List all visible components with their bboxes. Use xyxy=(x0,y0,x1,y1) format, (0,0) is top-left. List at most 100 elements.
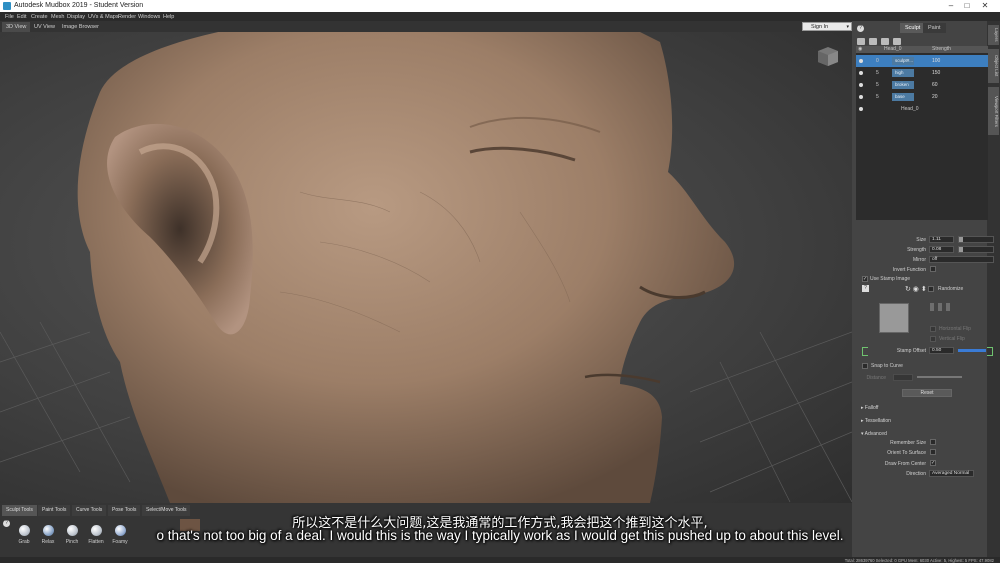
layer-name[interactable]: high xyxy=(892,69,914,77)
menu-display[interactable]: Display xyxy=(67,14,85,20)
visibility-icon[interactable] xyxy=(859,71,863,75)
menu-uvs-maps[interactable]: UVs & Maps xyxy=(88,14,119,20)
distance-input[interactable] xyxy=(893,374,913,381)
layer-name[interactable]: Head_0 xyxy=(901,103,919,115)
minimize-button[interactable]: – xyxy=(945,1,957,11)
menu-create[interactable]: Create xyxy=(31,14,48,20)
layer-name[interactable]: sculpt#... xyxy=(892,57,914,65)
layers-list: ◉ Head_0 Strength 0 sculpt#... 100 5 hig… xyxy=(856,46,988,220)
layer-row-base[interactable]: Head_0 xyxy=(856,103,988,115)
tab-image-browser[interactable]: Image Browser xyxy=(58,22,103,32)
tessellation-section[interactable]: ▸ Tessellation xyxy=(861,418,891,424)
delete-layer-icon[interactable] xyxy=(881,38,889,45)
draw-from-center-checkbox[interactable]: ✓ xyxy=(930,460,936,466)
stamp-offset-slider[interactable] xyxy=(958,349,986,352)
tab-object-list[interactable]: Object List xyxy=(988,49,999,83)
randomize-label: Randomize xyxy=(938,286,964,292)
folder-icon[interactable] xyxy=(869,38,877,45)
invert-function-label: Invert Function xyxy=(892,267,926,273)
layer-strength[interactable]: 20 xyxy=(932,91,938,103)
layer-row[interactable]: 5 base 20 xyxy=(856,91,988,103)
direction-select[interactable]: Averaged Normal xyxy=(929,470,974,477)
advanced-section[interactable]: ▾ Advanced xyxy=(861,431,887,437)
3d-viewport[interactable] xyxy=(0,32,852,503)
visibility-icon[interactable] xyxy=(859,59,863,63)
falloff-section[interactable]: ▸ Falloff xyxy=(861,405,878,411)
menu-edit[interactable]: Edit xyxy=(17,14,26,20)
strength-label: Strength xyxy=(907,247,926,253)
stamp-offset-input[interactable]: 0.50 xyxy=(929,347,954,354)
close-button[interactable]: ✕ xyxy=(979,1,991,11)
help-icon[interactable]: ? xyxy=(857,25,864,32)
horizontal-flip-checkbox[interactable] xyxy=(930,326,936,332)
stamp-tools-icon[interactable]: ↻ ◉ ⬍ xyxy=(905,285,927,293)
new-layer-icon[interactable] xyxy=(857,38,865,45)
slider-handle[interactable] xyxy=(959,247,963,252)
visibility-icon[interactable] xyxy=(859,95,863,99)
chevron-down-icon: ▾ xyxy=(846,24,849,30)
help-icon[interactable]: ? xyxy=(862,285,869,292)
falloff-label: Falloff xyxy=(864,405,879,411)
maximize-button[interactable]: □ xyxy=(961,1,973,11)
visibility-icon[interactable] xyxy=(859,107,863,111)
header-strength: Strength xyxy=(932,46,951,52)
snap-to-curve-checkbox[interactable] xyxy=(862,363,868,369)
distance-slider[interactable] xyxy=(917,376,962,378)
view-cube[interactable] xyxy=(814,44,840,68)
tab-sculpt[interactable]: Sculpt xyxy=(900,23,926,33)
stamp-offset-label: Stamp Offset xyxy=(896,348,926,354)
size-slider[interactable] xyxy=(958,236,994,243)
use-stamp-label: Use Stamp Image xyxy=(870,276,911,282)
stamp-image-preview[interactable] xyxy=(879,303,909,333)
sign-in-label: Sign In xyxy=(811,24,829,30)
subtitle-english: o that's not too big of a deal. I would … xyxy=(156,528,844,543)
title-bar: Autodesk Mudbox 2019 - Student Version –… xyxy=(0,0,1000,12)
tab-layers[interactable]: Layers xyxy=(988,25,999,45)
tessellation-label: Tessellation xyxy=(864,418,891,424)
invert-function-checkbox[interactable] xyxy=(930,266,936,272)
size-input[interactable]: 1.11 xyxy=(929,236,954,243)
tab-uv-view[interactable]: UV View xyxy=(30,22,59,32)
status-text: Total: 28639760 Selected: 0 GPU Mem: 603… xyxy=(844,557,994,563)
layer-row[interactable]: 5 high 150 xyxy=(856,67,988,79)
layer-row[interactable]: 5 broken 60 xyxy=(856,79,988,91)
orient-surface-checkbox[interactable] xyxy=(930,449,936,455)
vertical-flip-checkbox[interactable] xyxy=(930,336,936,342)
bracket-left-icon xyxy=(862,347,868,356)
distance-label: Distance xyxy=(866,375,886,381)
menu-render[interactable]: Render xyxy=(118,14,136,20)
window-title: Autodesk Mudbox 2019 - Student Version xyxy=(14,2,144,9)
tab-viewport-filters[interactable]: Viewport Filters xyxy=(988,87,999,135)
layer-row[interactable]: 0 sculpt#... 100 xyxy=(856,55,988,67)
layer-name[interactable]: base xyxy=(892,93,914,101)
tab-paint[interactable]: Paint xyxy=(923,23,946,33)
mirror-label: Mirror xyxy=(912,257,926,263)
layer-strength[interactable]: 100 xyxy=(932,55,940,67)
sign-in-button[interactable]: Sign In ▾ xyxy=(802,22,852,31)
layer-name[interactable]: broken xyxy=(892,81,914,89)
view-cube-icon xyxy=(818,47,838,66)
direction-label: Direction xyxy=(906,471,926,477)
slider-handle[interactable] xyxy=(959,237,963,242)
use-stamp-checkbox[interactable]: ✓ xyxy=(862,276,868,282)
layer-strength[interactable]: 60 xyxy=(932,79,938,91)
layer-menu-icon[interactable] xyxy=(893,38,901,45)
remember-size-checkbox[interactable] xyxy=(930,439,936,445)
layers-header: ◉ Head_0 Strength xyxy=(856,46,988,53)
menu-help[interactable]: Help xyxy=(163,14,174,20)
reset-button[interactable]: Reset xyxy=(902,389,952,397)
viewport-scene xyxy=(0,32,852,503)
menu-windows[interactable]: Windows xyxy=(138,14,160,20)
menu-file[interactable]: File xyxy=(5,14,14,20)
visibility-icon[interactable] xyxy=(859,83,863,87)
status-bar: Total: 28639760 Selected: 0 GPU Mem: 603… xyxy=(0,557,1000,563)
strength-slider[interactable] xyxy=(958,246,994,253)
size-label: Size xyxy=(916,237,926,243)
tab-3d-view[interactable]: 3D View xyxy=(2,22,31,32)
mirror-select[interactable]: off xyxy=(929,256,994,263)
layer-num: 5 xyxy=(876,70,879,76)
randomize-checkbox[interactable] xyxy=(928,286,934,292)
layer-strength[interactable]: 150 xyxy=(932,67,940,79)
menu-mesh[interactable]: Mesh xyxy=(51,14,64,20)
strength-input[interactable]: 0.08 xyxy=(929,246,954,253)
